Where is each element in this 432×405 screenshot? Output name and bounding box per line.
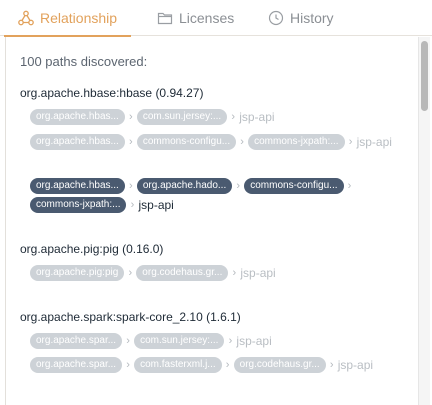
tab-licenses-label: Licenses <box>179 10 235 26</box>
relationship-panel: 100 paths discovered: org.apache.hbase:h… <box>5 37 417 405</box>
path-node[interactable]: com.sun.jersey:... <box>136 109 228 125</box>
path-node[interactable]: commons-jxpath:... <box>248 134 345 150</box>
tab-relationship[interactable]: Relationship <box>3 0 132 37</box>
chevron-right-icon: › <box>129 180 133 192</box>
paths-summary: 100 paths discovered: <box>20 54 148 69</box>
tab-relationship-label: Relationship <box>40 10 118 26</box>
path-leaf: jsp-api <box>236 334 272 348</box>
chevron-right-icon: › <box>126 359 130 371</box>
path-node[interactable]: com.sun.jersey:... <box>134 333 225 349</box>
dependency-path[interactable]: org.apache.spar... › com.sun.jersey:... › … <box>30 333 400 349</box>
chevron-right-icon: › <box>232 267 237 279</box>
chevron-right-icon: › <box>130 199 135 211</box>
chevron-right-icon: › <box>129 111 133 123</box>
dependency-path[interactable]: org.apache.spar... › com.fasterxml.j... › … <box>30 357 400 373</box>
history-icon <box>268 10 284 26</box>
tab-history-label: History <box>290 10 334 26</box>
scrollbar-thumb[interactable] <box>421 41 428 111</box>
dependency-title: org.apache.pig:pig (0.16.0) <box>20 242 164 256</box>
path-node[interactable]: org.apache.hbas... <box>30 178 125 194</box>
licenses-icon <box>157 10 173 26</box>
chevron-right-icon: › <box>329 359 334 371</box>
dependency-path-highlighted[interactable]: org.apache.hbas... › org.apache.hado... › … <box>30 178 400 213</box>
relationship-icon <box>18 10 34 26</box>
chevron-right-icon: › <box>236 180 241 192</box>
chevron-right-icon: › <box>348 136 353 148</box>
path-node[interactable]: org.codehaus.gr... <box>233 357 326 373</box>
tab-licenses[interactable]: Licenses <box>157 0 234 36</box>
scrollbar[interactable] <box>418 37 430 405</box>
path-node[interactable]: commons-configu... <box>244 178 344 194</box>
chevron-right-icon: › <box>128 267 133 279</box>
path-node[interactable]: commons-jxpath:... <box>30 197 127 213</box>
chevron-right-icon: › <box>231 111 236 123</box>
tab-history[interactable]: History <box>268 0 334 36</box>
dependency-path[interactable]: org.apache.hbas... › commons-configu... › … <box>30 134 400 150</box>
path-node[interactable]: org.codehaus.gr... <box>136 265 229 281</box>
tab-bar: Relationship Licenses History <box>0 0 432 37</box>
path-leaf: jsp-api <box>240 266 276 280</box>
chevron-right-icon: › <box>240 136 244 148</box>
dependency-title: org.apache.hbase:hbase (0.94.27) <box>20 86 204 100</box>
dependency-path[interactable]: org.apache.pig:pig › org.codehaus.gr... › … <box>30 265 400 281</box>
path-node[interactable]: org.apache.spar... <box>30 333 123 349</box>
path-node[interactable]: commons-configu... <box>136 134 237 150</box>
path-node[interactable]: org.apache.hbas... <box>30 109 125 125</box>
path-node[interactable]: org.apache.hbas... <box>30 134 125 150</box>
path-leaf: jsp-api <box>356 135 392 149</box>
dependency-title: org.apache.spark:spark-core_2.10 (1.6.1) <box>20 310 241 324</box>
path-leaf: jsp-api <box>337 358 374 372</box>
chevron-right-icon: › <box>228 335 233 347</box>
chevron-right-icon: › <box>347 180 352 192</box>
path-leaf: jsp-api <box>138 198 174 212</box>
path-leaf: jsp-api <box>239 110 275 124</box>
chevron-right-icon: › <box>126 335 130 347</box>
chevron-right-icon: › <box>129 136 133 148</box>
path-node[interactable]: org.apache.hado... <box>136 178 233 194</box>
chevron-right-icon: › <box>225 359 230 371</box>
path-node[interactable]: org.apache.pig:pig <box>30 265 125 281</box>
path-node[interactable]: org.apache.spar... <box>30 357 123 373</box>
dependency-path[interactable]: org.apache.hbas... › com.sun.jersey:... › … <box>30 109 400 125</box>
path-node[interactable]: com.fasterxml.j... <box>134 357 222 373</box>
